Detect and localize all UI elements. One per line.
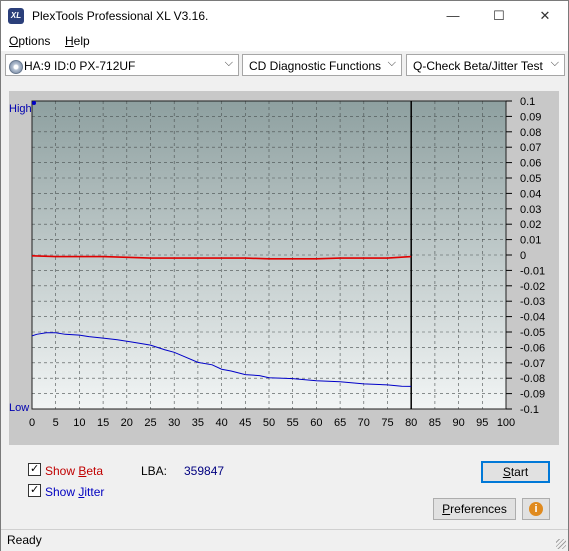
show-beta-checkbox[interactable]: ✓ bbox=[28, 463, 41, 476]
y-tick-label: -0.03 bbox=[520, 296, 545, 308]
x-tick-label: 35 bbox=[192, 417, 204, 429]
x-tick-label: 15 bbox=[97, 417, 109, 429]
preferences-button[interactable]: Preferences bbox=[433, 498, 516, 520]
maximize-button[interactable]: ☐ bbox=[476, 1, 522, 31]
y-tick-label: 0.02 bbox=[520, 219, 541, 231]
x-tick-label: 60 bbox=[310, 417, 322, 429]
y-tick-label: -0.01 bbox=[520, 265, 545, 277]
y-tick-label: 0.09 bbox=[520, 111, 541, 123]
info-button[interactable]: i bbox=[522, 498, 550, 520]
x-tick-label: 70 bbox=[358, 417, 370, 429]
y-tick-label: 0 bbox=[520, 250, 526, 262]
x-tick-label: 0 bbox=[29, 417, 35, 429]
x-tick-label: 25 bbox=[144, 417, 156, 429]
app-window: XL PlexTools Professional XL V3.16. — ☐ … bbox=[0, 0, 569, 551]
menu-options[interactable]: Options bbox=[9, 34, 50, 48]
x-tick-label: 85 bbox=[429, 417, 441, 429]
y-tick-label: 0.08 bbox=[520, 127, 541, 139]
checkmark-icon: ✓ bbox=[30, 463, 40, 475]
show-jitter-label[interactable]: Show Jitter bbox=[45, 485, 104, 499]
function-select[interactable]: CD Diagnostic Functions ⌵ bbox=[242, 54, 402, 76]
test-select[interactable]: Q-Check Beta/Jitter Test ⌵ bbox=[406, 54, 565, 76]
x-tick-label: 20 bbox=[121, 417, 133, 429]
chevron-down-icon: ⌵ bbox=[387, 57, 396, 69]
status-text: Ready bbox=[7, 533, 42, 547]
drive-select[interactable]: HA:9 ID:0 PX-712UF ⌵ bbox=[5, 54, 239, 76]
lba-label: LBA: bbox=[141, 464, 168, 478]
x-tick-label: 45 bbox=[239, 417, 251, 429]
show-beta-label[interactable]: Show Beta bbox=[45, 464, 103, 478]
chevron-down-icon: ⌵ bbox=[224, 57, 233, 69]
lba-value: 359847 bbox=[184, 464, 225, 478]
y-tick-label: -0.1 bbox=[520, 404, 539, 416]
resize-grip-icon[interactable] bbox=[556, 539, 566, 549]
y-tick-label: -0.06 bbox=[520, 342, 545, 354]
x-tick-label: 55 bbox=[287, 417, 299, 429]
close-button[interactable]: ✕ bbox=[522, 1, 568, 31]
info-icon: i bbox=[529, 502, 543, 516]
x-tick-label: 95 bbox=[476, 417, 488, 429]
disc-drive-icon bbox=[9, 60, 23, 74]
checkmark-icon: ✓ bbox=[30, 484, 40, 496]
y-tick-label: -0.02 bbox=[520, 281, 545, 293]
window-title: PlexTools Professional XL V3.16. bbox=[32, 9, 209, 23]
y-tick-label: 0.01 bbox=[520, 235, 541, 247]
y-tick-label: 0.07 bbox=[520, 142, 541, 154]
beta-jitter-chart: 0 5 10 15 20 25 30 35 40 45 50 55 60 65 70 75 80 85 90 95 10… bbox=[9, 96, 545, 429]
x-tick-label: 80 bbox=[405, 417, 417, 429]
x-tick-label: 75 bbox=[381, 417, 393, 429]
y-tick-label: -0.05 bbox=[520, 327, 545, 339]
y-low-label: Low bbox=[9, 402, 29, 414]
high-marker bbox=[32, 101, 36, 105]
x-tick-label: 40 bbox=[215, 417, 227, 429]
menu-help[interactable]: Help bbox=[65, 34, 90, 48]
x-tick-label: 50 bbox=[263, 417, 275, 429]
toolbar: HA:9 ID:0 PX-712UF ⌵ CD Diagnostic Funct… bbox=[1, 52, 568, 80]
y-tick-label: 0.04 bbox=[520, 188, 541, 200]
chevron-down-icon: ⌵ bbox=[550, 57, 559, 69]
chart-panel: 0 5 10 15 20 25 30 35 40 45 50 55 60 65 70 75 80 85 90 95 10… bbox=[9, 91, 559, 445]
y-high-label: High bbox=[9, 103, 32, 115]
y-tick-label: -0.08 bbox=[520, 373, 545, 385]
drive-select-value: HA:9 ID:0 PX-712UF bbox=[24, 59, 136, 73]
x-tick-label: 65 bbox=[334, 417, 346, 429]
show-jitter-checkbox[interactable]: ✓ bbox=[28, 484, 41, 497]
x-tick-label: 100 bbox=[497, 417, 515, 429]
x-tick-label: 30 bbox=[168, 417, 180, 429]
x-tick-label: 5 bbox=[53, 417, 59, 429]
y-tick-label: -0.09 bbox=[520, 389, 545, 401]
title-bar: XL PlexTools Professional XL V3.16. — ☐ … bbox=[1, 1, 568, 31]
app-logo-icon: XL bbox=[8, 8, 24, 24]
test-select-value: Q-Check Beta/Jitter Test bbox=[413, 59, 543, 73]
x-tick-label: 10 bbox=[73, 417, 85, 429]
y-tick-label: 0.1 bbox=[520, 96, 535, 108]
y-tick-label: 0.05 bbox=[520, 173, 541, 185]
y-tick-label: 0.06 bbox=[520, 158, 541, 170]
function-select-value: CD Diagnostic Functions bbox=[249, 59, 382, 73]
y-tick-label: -0.04 bbox=[520, 312, 545, 324]
x-tick-label: 90 bbox=[452, 417, 464, 429]
y-tick-label: -0.07 bbox=[520, 358, 545, 370]
minimize-button[interactable]: — bbox=[430, 1, 476, 31]
menu-bar: Options Help bbox=[1, 31, 568, 51]
y-tick-label: 0.03 bbox=[520, 204, 541, 216]
start-button[interactable]: Start bbox=[481, 461, 550, 483]
status-bar: Ready bbox=[1, 529, 568, 551]
control-panel: ✓ Show Beta ✓ Show Jitter LBA: 359847 St… bbox=[1, 447, 568, 529]
